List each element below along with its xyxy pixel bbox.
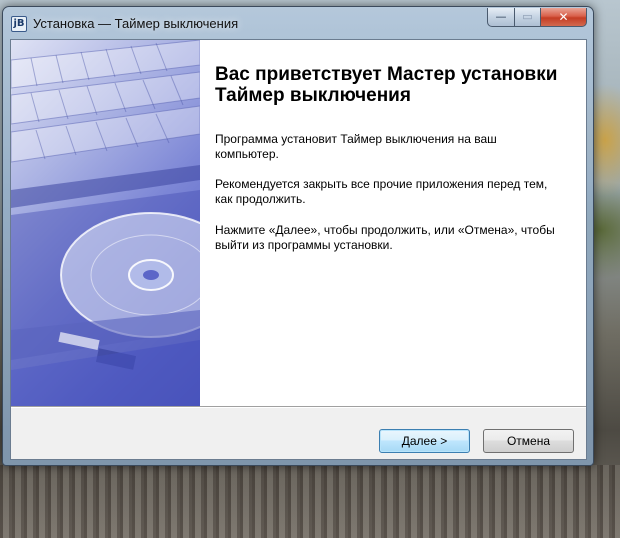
close-button[interactable]: ✕ [541, 8, 587, 27]
button-bar-divider [11, 406, 586, 408]
cancel-button[interactable]: Отмена [483, 429, 574, 453]
laptop-cd-drive-illustration [11, 40, 200, 406]
wizard-client-area: Вас приветствует Мастер установки Таймер… [10, 39, 587, 460]
laptop-cd-illustration-svg [11, 40, 200, 406]
minimize-button[interactable]: — [487, 8, 515, 27]
close-icon: ✕ [558, 10, 569, 24]
instructions-paragraph: Нажмите «Далее», чтобы продолжить, или «… [215, 223, 555, 252]
window-title: Установка — Таймер выключения [33, 16, 239, 31]
next-button[interactable]: Далее > [379, 429, 470, 453]
minimize-icon: — [495, 10, 507, 23]
caption-buttons: — ▭ ✕ [487, 8, 587, 27]
maximize-icon: ▭ [522, 10, 533, 23]
welcome-heading: Вас приветствует Мастер установки Таймер… [215, 64, 558, 106]
intro-paragraph: Программа установит Таймер выключения на… [215, 132, 497, 161]
installer-app-icon: jB [11, 16, 27, 32]
title-bar[interactable]: jB Установка — Таймер выключения — ▭ ✕ [3, 7, 593, 39]
installer-window: jB Установка — Таймер выключения — ▭ ✕ В… [2, 6, 594, 466]
maximize-button[interactable]: ▭ [515, 8, 541, 27]
recommendation-paragraph: Рекомендуется закрыть все прочие приложе… [215, 177, 548, 206]
wizard-content-panel: Вас приветствует Мастер установки Таймер… [200, 40, 586, 406]
